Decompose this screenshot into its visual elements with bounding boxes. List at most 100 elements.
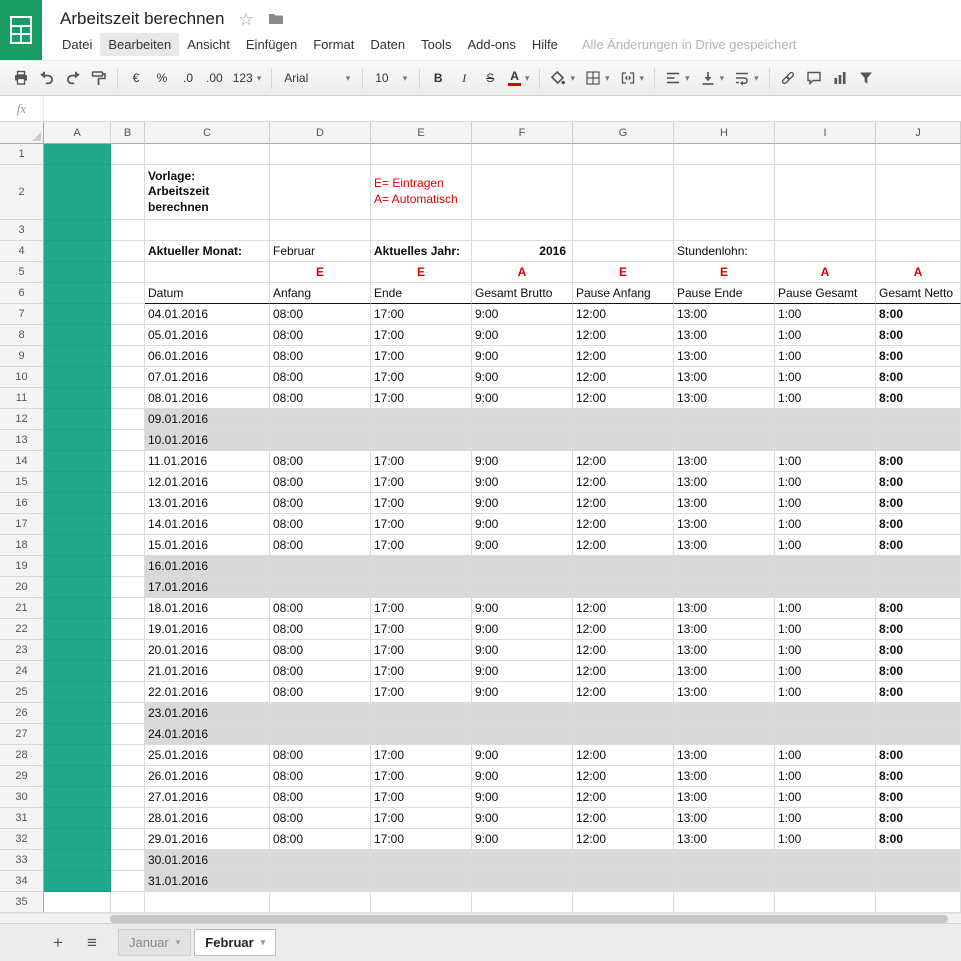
cell-I20[interactable] bbox=[775, 577, 876, 598]
cell-E29[interactable]: 17:00 bbox=[371, 766, 472, 787]
italic-button[interactable]: I bbox=[452, 66, 476, 90]
cell-F1[interactable] bbox=[472, 144, 573, 165]
menu-ansicht[interactable]: Ansicht bbox=[179, 33, 238, 56]
cell-H26[interactable] bbox=[674, 703, 775, 724]
cell-A11[interactable] bbox=[44, 388, 111, 409]
row-header-5[interactable]: 5 bbox=[0, 262, 44, 283]
cell-F10[interactable]: 9:00 bbox=[472, 367, 573, 388]
cell-I10[interactable]: 1:00 bbox=[775, 367, 876, 388]
menu-format[interactable]: Format bbox=[305, 33, 362, 56]
row-header-34[interactable]: 34 bbox=[0, 871, 44, 892]
cell-G24[interactable]: 12:00 bbox=[573, 661, 674, 682]
cell-D33[interactable] bbox=[270, 850, 371, 871]
cell-C20[interactable]: 17.01.2016 bbox=[145, 577, 270, 598]
cell-B19[interactable] bbox=[111, 556, 145, 577]
row-header-20[interactable]: 20 bbox=[0, 577, 44, 598]
menu-add-ons[interactable]: Add-ons bbox=[459, 33, 523, 56]
cell-B14[interactable] bbox=[111, 451, 145, 472]
cell-F18[interactable]: 9:00 bbox=[472, 535, 573, 556]
cell-C16[interactable]: 13.01.2016 bbox=[145, 493, 270, 514]
cell-B25[interactable] bbox=[111, 682, 145, 703]
cell-F22[interactable]: 9:00 bbox=[472, 619, 573, 640]
cell-G28[interactable]: 12:00 bbox=[573, 745, 674, 766]
cell-I5[interactable]: A bbox=[775, 262, 876, 283]
cell-D25[interactable]: 08:00 bbox=[270, 682, 371, 703]
cell-F29[interactable]: 9:00 bbox=[472, 766, 573, 787]
cell-H16[interactable]: 13:00 bbox=[674, 493, 775, 514]
insert-link-button[interactable] bbox=[776, 66, 800, 90]
cell-A6[interactable] bbox=[44, 283, 111, 304]
row-header-4[interactable]: 4 bbox=[0, 241, 44, 262]
cell-G4[interactable] bbox=[573, 241, 674, 262]
cell-A7[interactable] bbox=[44, 304, 111, 325]
cell-G9[interactable]: 12:00 bbox=[573, 346, 674, 367]
cell-F8[interactable]: 9:00 bbox=[472, 325, 573, 346]
column-header-J[interactable]: J bbox=[876, 122, 961, 144]
cell-J6[interactable]: Gesamt Netto bbox=[876, 283, 961, 304]
cell-F30[interactable]: 9:00 bbox=[472, 787, 573, 808]
vertical-align-button[interactable] bbox=[696, 66, 729, 90]
cell-F2[interactable] bbox=[472, 165, 573, 220]
cell-J34[interactable] bbox=[876, 871, 961, 892]
cell-G34[interactable] bbox=[573, 871, 674, 892]
cell-H24[interactable]: 13:00 bbox=[674, 661, 775, 682]
cell-F23[interactable]: 9:00 bbox=[472, 640, 573, 661]
cell-C22[interactable]: 19.01.2016 bbox=[145, 619, 270, 640]
print-button[interactable] bbox=[9, 66, 33, 90]
cell-E7[interactable]: 17:00 bbox=[371, 304, 472, 325]
row-header-17[interactable]: 17 bbox=[0, 514, 44, 535]
cell-G17[interactable]: 12:00 bbox=[573, 514, 674, 535]
cell-C33[interactable]: 30.01.2016 bbox=[145, 850, 270, 871]
cell-E22[interactable]: 17:00 bbox=[371, 619, 472, 640]
cell-A29[interactable] bbox=[44, 766, 111, 787]
cell-H10[interactable]: 13:00 bbox=[674, 367, 775, 388]
column-header-A[interactable]: A bbox=[44, 122, 111, 144]
row-header-2[interactable]: 2 bbox=[0, 165, 44, 220]
cell-F12[interactable] bbox=[472, 409, 573, 430]
percent-format-button[interactable]: % bbox=[150, 66, 174, 90]
cell-D29[interactable]: 08:00 bbox=[270, 766, 371, 787]
cell-B11[interactable] bbox=[111, 388, 145, 409]
cell-C8[interactable]: 05.01.2016 bbox=[145, 325, 270, 346]
cell-I9[interactable]: 1:00 bbox=[775, 346, 876, 367]
row-header-28[interactable]: 28 bbox=[0, 745, 44, 766]
cell-A15[interactable] bbox=[44, 472, 111, 493]
cell-A33[interactable] bbox=[44, 850, 111, 871]
cell-E9[interactable]: 17:00 bbox=[371, 346, 472, 367]
cell-C23[interactable]: 20.01.2016 bbox=[145, 640, 270, 661]
cell-B8[interactable] bbox=[111, 325, 145, 346]
cell-A10[interactable] bbox=[44, 367, 111, 388]
cell-H34[interactable] bbox=[674, 871, 775, 892]
tab-dropdown-caret-icon[interactable]: ▾ bbox=[176, 937, 181, 948]
cell-I2[interactable] bbox=[775, 165, 876, 220]
cell-J2[interactable] bbox=[876, 165, 961, 220]
cell-A1[interactable] bbox=[44, 144, 111, 165]
cell-J5[interactable]: A bbox=[876, 262, 961, 283]
cell-H4[interactable]: Stundenlohn: bbox=[674, 241, 775, 262]
cell-D31[interactable]: 08:00 bbox=[270, 808, 371, 829]
cell-G5[interactable]: E bbox=[573, 262, 674, 283]
filter-button[interactable] bbox=[854, 66, 878, 90]
cell-A8[interactable] bbox=[44, 325, 111, 346]
cell-D23[interactable]: 08:00 bbox=[270, 640, 371, 661]
cell-C30[interactable]: 27.01.2016 bbox=[145, 787, 270, 808]
cell-E13[interactable] bbox=[371, 430, 472, 451]
increase-decimal-button[interactable]: .00 bbox=[202, 66, 227, 90]
cell-J28[interactable]: 8:00 bbox=[876, 745, 961, 766]
cell-I12[interactable] bbox=[775, 409, 876, 430]
cell-H27[interactable] bbox=[674, 724, 775, 745]
cell-I18[interactable]: 1:00 bbox=[775, 535, 876, 556]
cell-J10[interactable]: 8:00 bbox=[876, 367, 961, 388]
cell-B23[interactable] bbox=[111, 640, 145, 661]
paint-format-button[interactable] bbox=[87, 66, 111, 90]
cell-I16[interactable]: 1:00 bbox=[775, 493, 876, 514]
all-sheets-button[interactable]: ≡ bbox=[78, 930, 106, 956]
cell-D20[interactable] bbox=[270, 577, 371, 598]
cell-J18[interactable]: 8:00 bbox=[876, 535, 961, 556]
cell-G2[interactable] bbox=[573, 165, 674, 220]
column-header-F[interactable]: F bbox=[472, 122, 573, 144]
column-header-I[interactable]: I bbox=[775, 122, 876, 144]
text-color-button[interactable]: A bbox=[504, 66, 533, 90]
cell-J14[interactable]: 8:00 bbox=[876, 451, 961, 472]
cell-A17[interactable] bbox=[44, 514, 111, 535]
